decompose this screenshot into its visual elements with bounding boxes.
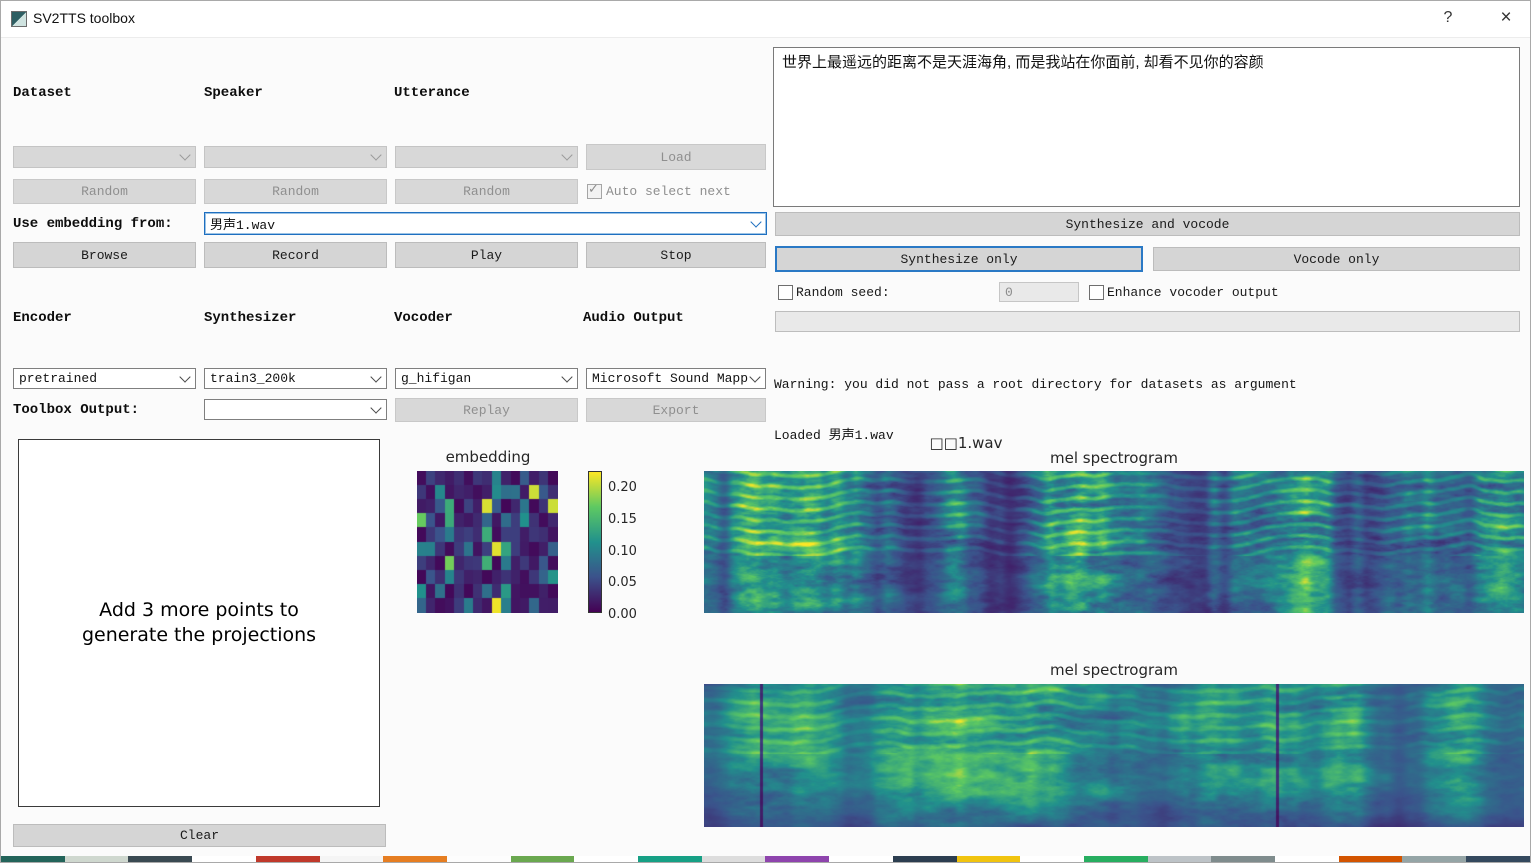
log-line: Warning: you did not pass a root directo…: [774, 376, 1383, 393]
colorbar-tick: 0.10: [608, 544, 637, 559]
chevron-down-icon: [561, 149, 572, 160]
random-dataset-button[interactable]: Random: [13, 179, 196, 204]
chevron-down-icon: [561, 371, 572, 382]
random-speaker-button[interactable]: Random: [204, 179, 387, 204]
utterance-select[interactable]: [395, 146, 578, 168]
synthesis-text-input[interactable]: 世界上最遥远的距离不是天涯海角, 而是我站在你面前, 却看不见你的容颜: [773, 47, 1520, 207]
utterance-label: Utterance: [394, 85, 470, 101]
app-window: SV2TTS toolbox ? × Dataset Speaker Utter…: [0, 0, 1531, 863]
mel-spectrogram-bottom-title: mel spectrogram: [704, 661, 1524, 679]
chevron-down-icon: [370, 149, 381, 160]
use-embedding-from-label: Use embedding from:: [13, 216, 173, 232]
encoder-value: pretrained: [19, 371, 97, 386]
encoder-select[interactable]: pretrained: [13, 368, 196, 389]
browse-button[interactable]: Browse: [13, 242, 196, 268]
record-button[interactable]: Record: [204, 242, 387, 268]
projection-message-line2: generate the projections: [82, 623, 316, 648]
synthesize-only-button[interactable]: Synthesize only: [775, 246, 1143, 272]
enhance-vocoder-checkbox[interactable]: [1089, 285, 1104, 300]
stop-button[interactable]: Stop: [586, 242, 766, 268]
colorbar-tick: 0.05: [608, 575, 637, 590]
embedding-colorbar: [588, 471, 602, 613]
projection-plot: Add 3 more points to generate the projec…: [18, 439, 380, 807]
speaker-select[interactable]: [204, 146, 387, 168]
embedding-source-value: 男声1.wav: [210, 214, 275, 233]
vocoder-label: Vocoder: [394, 310, 453, 326]
embedding-source-select[interactable]: 男声1.wav: [204, 212, 767, 235]
encoder-label: Encoder: [13, 310, 72, 326]
chevron-down-icon: [749, 371, 760, 382]
title-bar: SV2TTS toolbox ? ×: [1, 1, 1530, 38]
toolbox-output-label: Toolbox Output:: [13, 402, 139, 418]
chevron-down-icon: [179, 149, 190, 160]
random-utterance-button[interactable]: Random: [395, 179, 578, 204]
chevron-down-icon: [370, 371, 381, 382]
synthesizer-value: train3_200k: [210, 371, 296, 386]
auto-select-next-checkbox[interactable]: [587, 184, 602, 199]
projection-message-line1: Add 3 more points to: [99, 598, 299, 623]
synthesizer-select[interactable]: train3_200k: [204, 368, 387, 389]
clear-button[interactable]: Clear: [13, 824, 386, 847]
chevron-down-icon: [750, 216, 761, 227]
dataset-select[interactable]: [13, 146, 196, 168]
speaker-label: Speaker: [204, 85, 263, 101]
replay-button[interactable]: Replay: [395, 398, 578, 422]
play-button[interactable]: Play: [395, 242, 578, 268]
background-window-strip: [1, 856, 1530, 863]
audio-output-select[interactable]: Microsoft Sound Mapp: [586, 368, 766, 389]
vocoder-value: g_hifigan: [401, 371, 471, 386]
audio-output-label: Audio Output: [583, 310, 684, 326]
synthesizer-label: Synthesizer: [204, 310, 296, 326]
vocode-only-button[interactable]: Vocode only: [1153, 247, 1520, 271]
audio-output-value: Microsoft Sound Mapp: [592, 371, 748, 386]
toolbox-output-select[interactable]: [204, 399, 387, 420]
random-seed-checkbox[interactable]: [778, 285, 793, 300]
colorbar-tick: 0.15: [608, 512, 637, 527]
auto-select-next-label: Auto select next: [606, 184, 731, 199]
help-button[interactable]: ?: [1433, 5, 1463, 31]
colorbar-tick: 0.00: [608, 607, 637, 622]
enhance-vocoder-label: Enhance vocoder output: [1107, 285, 1279, 300]
dataset-label: Dataset: [13, 85, 72, 101]
load-button[interactable]: Load: [586, 144, 766, 170]
mel-spectrogram-top-title: mel spectrogram: [704, 449, 1524, 467]
embedding-plot-title: embedding: [417, 448, 559, 466]
random-seed-label: Random seed:: [796, 285, 890, 300]
mel-spectrogram-bottom: [704, 684, 1524, 827]
close-button[interactable]: ×: [1491, 5, 1521, 31]
export-button[interactable]: Export: [586, 398, 766, 422]
mel-spectrogram-top: [704, 471, 1524, 613]
colorbar-tick: 0.20: [608, 480, 637, 495]
seed-input[interactable]: 0: [999, 282, 1079, 302]
progress-bar: [775, 311, 1520, 332]
embedding-heatmap: [417, 471, 558, 613]
chevron-down-icon: [179, 371, 190, 382]
window-title: SV2TTS toolbox: [33, 10, 135, 26]
vocoder-select[interactable]: g_hifigan: [395, 368, 578, 389]
chevron-down-icon: [370, 402, 381, 413]
app-icon: [11, 11, 27, 27]
synthesize-and-vocode-button[interactable]: Synthesize and vocode: [775, 212, 1520, 236]
